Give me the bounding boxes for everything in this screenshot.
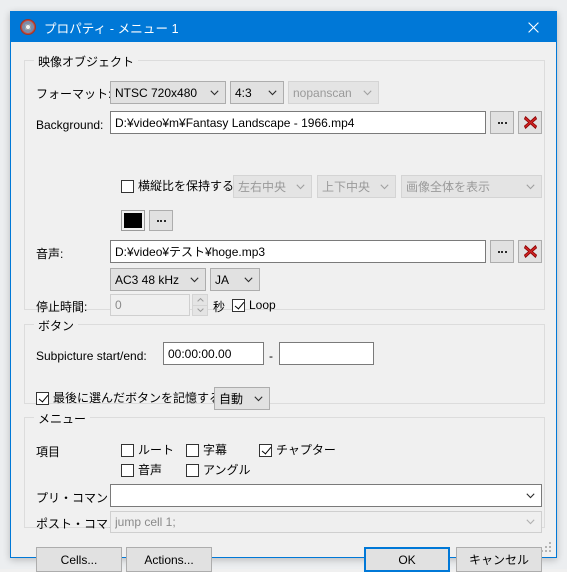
chevron-down-icon bbox=[294, 184, 307, 190]
close-icon[interactable] bbox=[510, 12, 556, 42]
checkbox-box bbox=[36, 392, 49, 405]
ok-button[interactable]: OK bbox=[364, 547, 450, 572]
background-clear-button[interactable] bbox=[518, 111, 542, 134]
chevron-down-icon bbox=[242, 277, 255, 283]
fit-mode-dropdown: 画像全体を表示 bbox=[401, 175, 542, 198]
audio-language-value: JA bbox=[215, 273, 242, 287]
horizontal-align-dropdown: 左右中央 bbox=[233, 175, 312, 198]
subpicture-label: Subpicture start/end: bbox=[36, 349, 147, 363]
checkbox-box bbox=[186, 444, 199, 457]
background-color-browse-button[interactable] bbox=[149, 210, 173, 231]
menu-item-root-checkbox[interactable]: ルート bbox=[121, 444, 174, 457]
keep-aspect-checkbox[interactable]: 横縦比を保持する bbox=[121, 180, 234, 193]
chevron-down-icon bbox=[524, 519, 537, 525]
remember-button-label: 最後に選んだボタンを記憶する bbox=[53, 392, 221, 405]
desktop-background: プロパティ - メニュー 1 映像オブジェクト フォーマット: NTSC 720… bbox=[0, 0, 567, 569]
pause-time-spinner[interactable] bbox=[192, 294, 208, 316]
menu-group-legend: メニュー bbox=[34, 410, 90, 427]
pause-time-input: 0 bbox=[110, 294, 190, 316]
checkbox-box bbox=[259, 444, 272, 457]
ellipsis-icon bbox=[157, 220, 166, 222]
chevron-down-icon bbox=[188, 277, 201, 283]
chevron-down-icon bbox=[378, 184, 391, 190]
menu-item-angle-checkbox[interactable]: アングル bbox=[186, 464, 251, 477]
button-group-legend: ボタン bbox=[34, 317, 78, 334]
background-label: Background: bbox=[36, 118, 103, 132]
aspect-ratio-dropdown[interactable]: 4:3 bbox=[230, 81, 284, 104]
aspect-ratio-value: 4:3 bbox=[235, 86, 266, 100]
chevron-down-icon bbox=[524, 184, 537, 190]
spinner-down-icon[interactable] bbox=[192, 305, 208, 317]
subpicture-start-input[interactable]: 00:00:00.00 bbox=[163, 342, 264, 365]
ellipsis-icon bbox=[498, 122, 507, 124]
checkbox-box bbox=[186, 464, 199, 477]
chevron-down-icon bbox=[361, 90, 374, 96]
audio-input[interactable]: D:¥video¥テスト¥hoge.mp3 bbox=[110, 240, 486, 263]
window-title: プロパティ - メニュー 1 bbox=[44, 18, 179, 37]
dialog-body: 映像オブジェクト フォーマット: NTSC 720x480 4:3 nopans… bbox=[11, 42, 556, 557]
menu-item-label: アングル bbox=[203, 464, 251, 477]
loop-checkbox[interactable]: Loop bbox=[232, 299, 276, 312]
remember-mode-value: 自動 bbox=[219, 390, 252, 407]
menu-items-label: 項目 bbox=[36, 445, 60, 459]
actions-button[interactable]: Actions... bbox=[126, 547, 212, 572]
chevron-down-icon bbox=[252, 396, 265, 402]
red-x-icon bbox=[523, 244, 538, 259]
menu-item-label: 字幕 bbox=[203, 444, 227, 457]
cells-button[interactable]: Cells... bbox=[36, 547, 122, 572]
pause-time-label: 停止時間: bbox=[36, 300, 87, 314]
background-input[interactable]: D:¥video¥m¥Fantasy Landscape - 1966.mp4 bbox=[110, 111, 486, 134]
menu-item-label: チャプター bbox=[276, 444, 336, 457]
format-label: フォーマット: bbox=[36, 87, 111, 101]
audio-browse-button[interactable] bbox=[490, 240, 514, 263]
format-dropdown[interactable]: NTSC 720x480 bbox=[110, 81, 226, 104]
red-x-icon bbox=[523, 115, 538, 130]
title-bar[interactable]: プロパティ - メニュー 1 bbox=[11, 12, 556, 42]
background-color-swatch[interactable] bbox=[121, 210, 145, 231]
checkbox-box bbox=[121, 180, 134, 193]
keep-aspect-label: 横縦比を保持する bbox=[138, 180, 234, 193]
menu-item-label: 音声 bbox=[138, 464, 162, 477]
color-fill bbox=[124, 213, 142, 228]
menu-item-chapter-checkbox[interactable]: チャプター bbox=[259, 444, 336, 457]
ellipsis-icon bbox=[498, 251, 507, 253]
remember-button-checkbox[interactable]: 最後に選んだボタンを記憶する bbox=[36, 392, 221, 405]
vertical-align-value: 上下中央 bbox=[322, 178, 378, 195]
audio-codec-dropdown[interactable]: AC3 48 kHz bbox=[110, 268, 206, 291]
background-browse-button[interactable] bbox=[490, 111, 514, 134]
spinner-up-icon[interactable] bbox=[192, 294, 208, 305]
audio-clear-button[interactable] bbox=[518, 240, 542, 263]
resize-grip[interactable] bbox=[541, 542, 553, 554]
remember-mode-dropdown[interactable]: 自動 bbox=[214, 387, 270, 410]
pause-time-unit: 秒 bbox=[213, 300, 225, 314]
panscan-value: nopanscan bbox=[293, 86, 361, 100]
subpicture-end-input[interactable] bbox=[279, 342, 374, 365]
chevron-down-icon bbox=[524, 493, 537, 499]
fit-mode-value: 画像全体を表示 bbox=[406, 178, 524, 195]
menu-item-label: ルート bbox=[138, 444, 174, 457]
format-value: NTSC 720x480 bbox=[115, 86, 208, 100]
vertical-align-dropdown: 上下中央 bbox=[317, 175, 396, 198]
properties-dialog: プロパティ - メニュー 1 映像オブジェクト フォーマット: NTSC 720… bbox=[10, 11, 557, 558]
chevron-down-icon bbox=[266, 90, 279, 96]
audio-label: 音声: bbox=[36, 247, 63, 261]
menu-item-subtitle-checkbox[interactable]: 字幕 bbox=[186, 444, 227, 457]
post-command-value: jump cell 1; bbox=[115, 515, 524, 529]
checkbox-box bbox=[121, 464, 134, 477]
cancel-button[interactable]: キャンセル bbox=[456, 547, 542, 572]
checkbox-box bbox=[121, 444, 134, 457]
video-object-legend: 映像オブジェクト bbox=[34, 53, 138, 70]
post-command-dropdown: jump cell 1; bbox=[110, 511, 542, 533]
horizontal-align-value: 左右中央 bbox=[238, 178, 294, 195]
disc-icon bbox=[20, 19, 36, 35]
audio-language-dropdown[interactable]: JA bbox=[210, 268, 260, 291]
chevron-down-icon bbox=[208, 90, 221, 96]
loop-label: Loop bbox=[249, 299, 276, 312]
menu-item-audio-checkbox[interactable]: 音声 bbox=[121, 464, 162, 477]
pre-command-dropdown[interactable] bbox=[110, 484, 542, 507]
subpicture-separator: - bbox=[269, 349, 273, 363]
panscan-dropdown: nopanscan bbox=[288, 81, 379, 104]
audio-codec-value: AC3 48 kHz bbox=[115, 273, 188, 287]
checkbox-box bbox=[232, 299, 245, 312]
